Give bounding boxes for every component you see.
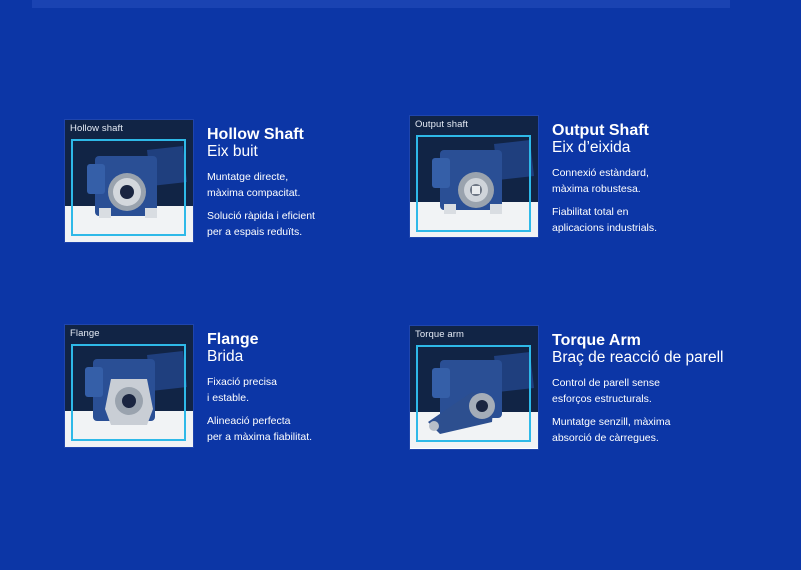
thumb-frame <box>416 345 531 442</box>
card-desc-1: Control de parell sense esforços estruct… <box>552 377 660 405</box>
card-text: Flange Brida Fixació precisa i estable. … <box>207 331 442 453</box>
card-hollow-shaft: Hollow shaft Hollow Shaft Eix buit Munta… <box>65 120 445 270</box>
card-text: Torque Arm Braç de reacció de parell Con… <box>552 332 787 454</box>
card-desc-1: Fixació precisa i estable. <box>207 376 278 404</box>
thumb-label: Flange <box>70 328 100 339</box>
thumb-label: Output shaft <box>415 119 468 130</box>
card-desc-1: Muntatge directe, màxima compacitat. <box>207 171 301 199</box>
card-desc-1: Connexió estàndard, màxima robustesa. <box>552 167 649 195</box>
card-subtitle: Brida <box>207 348 244 365</box>
thumb-frame <box>71 139 186 236</box>
product-thumbnail: Torque arm <box>410 326 538 449</box>
card-desc-2: Solució ràpida i eficient per a espais r… <box>207 210 315 238</box>
card-desc-2: Fiabilitat total en aplicacions industri… <box>552 206 658 234</box>
card-desc-2: Alineació perfecta per a màxima fiabilit… <box>207 415 313 443</box>
thumb-label: Hollow shaft <box>70 123 123 134</box>
product-thumbnail: Hollow shaft <box>65 120 193 242</box>
thumb-label: Torque arm <box>415 329 465 340</box>
card-flange: Flange Flange Brida Fixació precisa i es… <box>65 325 445 475</box>
card-title: Torque Arm <box>552 332 641 349</box>
top-strip <box>32 0 730 8</box>
product-thumbnail: Output shaft <box>410 116 538 237</box>
card-subtitle: Braç de reacció de parell <box>552 349 724 366</box>
card-title: Hollow Shaft <box>207 126 304 143</box>
thumb-frame <box>71 344 186 441</box>
card-title: Output Shaft <box>552 122 649 139</box>
card-desc-2: Muntatge senzill, màxima absorció de càr… <box>552 416 671 444</box>
product-thumbnail: Flange <box>65 325 193 447</box>
card-title: Flange <box>207 331 259 348</box>
card-text: Hollow Shaft Eix buit Muntatge directe, … <box>207 126 442 248</box>
card-output-shaft: Output shaft Output Shaft Eix d’eixida C… <box>410 116 790 266</box>
card-torque-arm: Torque arm Torque Arm Braç de reacció de… <box>410 326 790 476</box>
card-text: Output Shaft Eix d’eixida Connexió estàn… <box>552 122 787 244</box>
card-subtitle: Eix d’eixida <box>552 139 631 156</box>
thumb-frame <box>416 135 531 232</box>
card-subtitle: Eix buit <box>207 143 258 160</box>
